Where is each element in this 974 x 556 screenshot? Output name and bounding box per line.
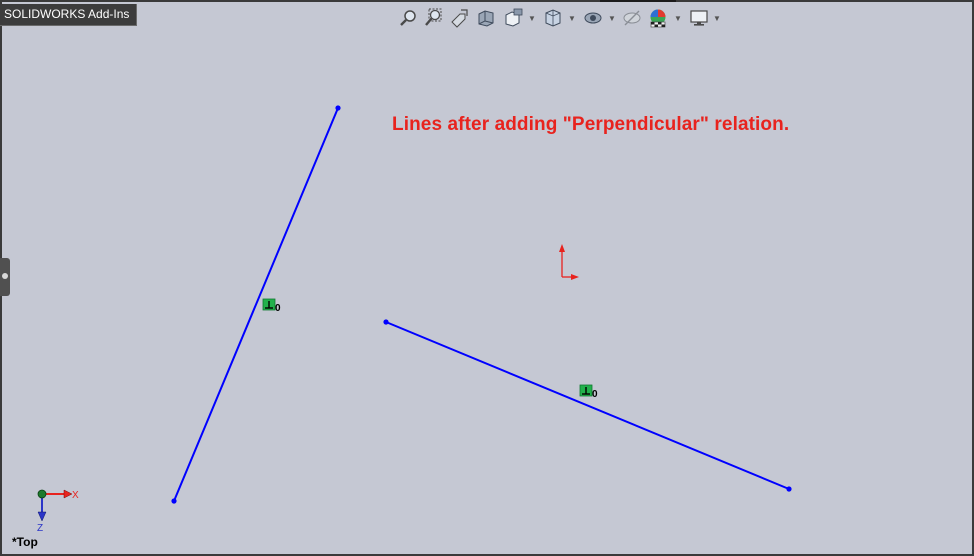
sketch-line-2[interactable] (385, 321, 790, 490)
sketch-line-2-endpoint[interactable] (383, 319, 389, 325)
sketch-line-1-endpoint[interactable] (171, 498, 177, 504)
triad-z-label: Z (37, 523, 43, 534)
reference-triad[interactable]: X Z (37, 489, 79, 534)
sketch-origin-icon (559, 244, 579, 280)
perpendicular-relation-icon[interactable]: 0 (579, 384, 598, 400)
relation-badge-label: 0 (592, 389, 598, 400)
sketch-line-1[interactable] (173, 107, 339, 502)
sketch-line-1-endpoint[interactable] (335, 105, 341, 111)
relation-badge-label: 0 (275, 303, 281, 314)
graphics-area[interactable]: 0 0 X Z (0, 0, 974, 556)
sketch-line-2-endpoint[interactable] (786, 486, 792, 492)
view-orientation-name: *Top (12, 535, 38, 549)
triad-x-label: X (72, 490, 79, 501)
perpendicular-relation-icon[interactable]: 0 (262, 298, 281, 314)
